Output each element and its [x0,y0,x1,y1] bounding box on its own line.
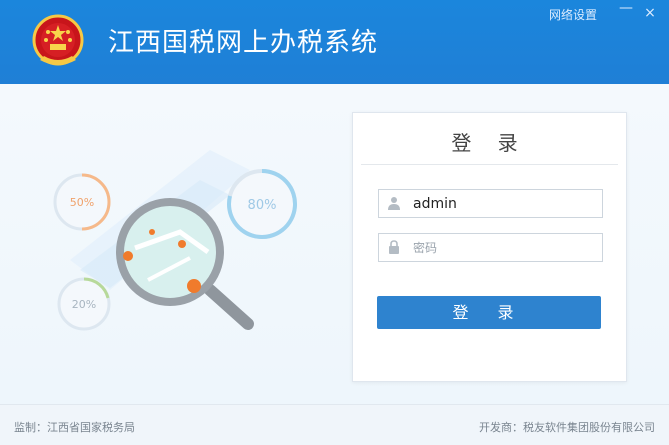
minimize-button[interactable]: — [617,0,635,16]
login-title: 登 录 [451,131,528,155]
developer-text: 开发商：税友软件集团股份有限公司 [479,421,655,434]
network-settings-link[interactable]: 网络设置 [549,6,597,23]
gauge-50: 50% [53,173,111,231]
svg-text:20%: 20% [72,298,96,311]
gauge-80: 80% [227,169,298,239]
svg-text:50%: 50% [70,196,94,209]
divider [361,164,618,165]
app-title: 江西国税网上办税系统 [108,28,379,58]
data-analysis-illustration: 50% 80% 20% [53,150,298,331]
login-panel: 登 录 登 录 [352,112,627,382]
login-button[interactable]: 登 录 [377,296,601,329]
gauge-20: 20% [57,277,111,331]
close-button[interactable]: × [641,5,659,21]
title-bar: 江西国税网上办税系统 网络设置 — × [0,0,669,84]
user-icon [388,197,400,210]
svg-text:80%: 80% [248,198,277,213]
magnifier-icon [116,198,254,330]
footer: 监制：江西省国家税务局 开发商：税友软件集团股份有限公司 [0,404,669,445]
username-field[interactable] [378,189,603,218]
password-input[interactable] [413,234,593,261]
national-emblem-icon [32,14,84,66]
lock-icon [389,240,399,254]
supervisor-text: 监制：江西省国家税务局 [14,421,135,434]
username-input[interactable] [413,190,593,217]
password-field[interactable] [378,233,603,262]
